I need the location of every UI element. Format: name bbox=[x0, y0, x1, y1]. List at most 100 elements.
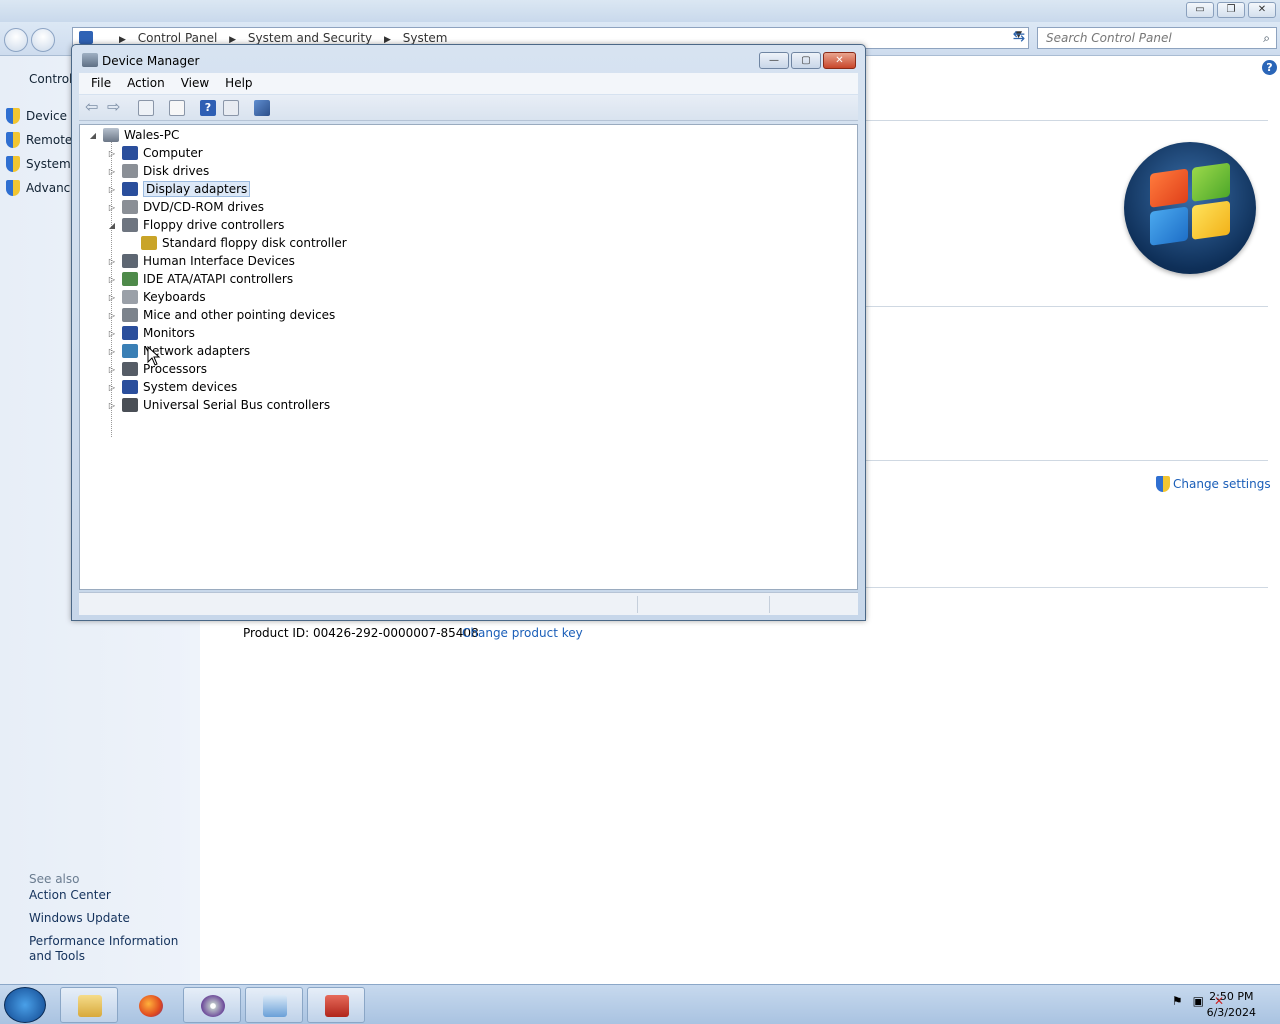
nav-item-device-manager[interactable]: Device M bbox=[6, 108, 81, 124]
device-icon bbox=[122, 254, 138, 268]
device-label: IDE ATA/ATAPI controllers bbox=[143, 272, 294, 286]
device-category[interactable]: ▷ Display adapters bbox=[107, 180, 251, 198]
menu-action[interactable]: Action bbox=[119, 73, 173, 94]
device-label: Display adapters bbox=[143, 181, 251, 197]
menu-bar: File Action View Help bbox=[79, 73, 858, 94]
taskbar-firefox[interactable] bbox=[121, 987, 179, 1023]
show-hide-console-tree-icon[interactable] bbox=[138, 100, 154, 116]
start-button[interactable] bbox=[4, 987, 46, 1023]
expand-icon[interactable]: ▷ bbox=[107, 257, 117, 266]
expand-icon[interactable]: ▷ bbox=[107, 401, 117, 410]
device-icon bbox=[122, 182, 138, 196]
nav-item-label: Remote bbox=[26, 133, 73, 147]
back-button[interactable] bbox=[4, 28, 28, 52]
device-category[interactable]: ▷ System devices bbox=[107, 378, 237, 396]
breadcrumb-system-and-security[interactable]: System and Security bbox=[248, 31, 372, 45]
status-bar-divider bbox=[637, 596, 638, 613]
expand-icon[interactable]: ▷ bbox=[107, 149, 117, 158]
properties-icon[interactable] bbox=[169, 100, 185, 116]
expand-icon[interactable]: ◢ bbox=[107, 221, 117, 230]
device-category[interactable]: ◢ Floppy drive controllers bbox=[107, 216, 284, 234]
scan-for-hardware-changes-icon[interactable] bbox=[254, 100, 270, 116]
device-icon bbox=[122, 326, 138, 340]
taskbar-windows-explorer[interactable] bbox=[60, 987, 118, 1023]
taskbar-toolbox[interactable] bbox=[307, 987, 365, 1023]
expand-icon[interactable]: ▷ bbox=[107, 293, 117, 302]
expand-icon[interactable]: ▷ bbox=[107, 365, 117, 374]
device-category[interactable]: ▷ Network adapters bbox=[107, 342, 250, 360]
back-arrow-icon[interactable]: ⇦ bbox=[85, 99, 101, 116]
device-icon bbox=[122, 344, 138, 358]
expand-icon[interactable]: ▷ bbox=[107, 185, 117, 194]
breadcrumb-control-panel[interactable]: Control Panel bbox=[138, 31, 218, 45]
performance-information-link[interactable]: Performance Information and Tools bbox=[29, 934, 194, 964]
tree-root[interactable]: ◢ Wales-PC bbox=[88, 126, 179, 144]
nav-item-remote-settings[interactable]: Remote bbox=[6, 132, 72, 148]
device-label: Mice and other pointing devices bbox=[143, 308, 336, 322]
help-icon[interactable]: ? bbox=[200, 100, 216, 116]
restore-button[interactable]: ❐ bbox=[1217, 2, 1245, 18]
device-icon bbox=[122, 362, 138, 376]
forward-button[interactable] bbox=[31, 28, 55, 52]
help-icon[interactable]: ? bbox=[1262, 60, 1277, 75]
device-icon bbox=[122, 290, 138, 304]
shield-icon bbox=[6, 108, 20, 124]
action-center-flag-icon[interactable]: ⚑ bbox=[1172, 994, 1183, 1008]
expand-icon[interactable]: ▷ bbox=[107, 275, 117, 284]
control-panel-icon bbox=[263, 995, 287, 1017]
change-settings-link[interactable]: Change settings bbox=[1156, 476, 1271, 492]
clock[interactable]: 2:50 PM 6/3/2024 bbox=[1207, 989, 1256, 1021]
expand-icon[interactable]: ▷ bbox=[107, 203, 117, 212]
taskbar-media-player[interactable] bbox=[183, 987, 241, 1023]
breadcrumb-system[interactable]: System bbox=[403, 31, 448, 45]
minimize-button[interactable]: — bbox=[759, 52, 789, 69]
change-product-key-link[interactable]: Change product key bbox=[462, 626, 583, 640]
expand-icon[interactable]: ▷ bbox=[107, 383, 117, 392]
device-category[interactable]: ▷ Computer bbox=[107, 144, 203, 162]
menu-view[interactable]: View bbox=[173, 73, 217, 94]
device-icon bbox=[122, 164, 138, 178]
device-label: Floppy drive controllers bbox=[143, 218, 285, 232]
close-button[interactable]: ✕ bbox=[1248, 2, 1276, 18]
menu-file[interactable]: File bbox=[83, 73, 119, 94]
menu-help[interactable]: Help bbox=[217, 73, 260, 94]
device-category[interactable]: ▷ Mice and other pointing devices bbox=[107, 306, 335, 324]
nav-item-label: Advanc bbox=[26, 181, 71, 195]
device-icon bbox=[122, 272, 138, 286]
taskbar-control-panel[interactable] bbox=[245, 987, 303, 1023]
expand-icon[interactable]: ▷ bbox=[107, 347, 117, 356]
control-panel-titlebar: ▭ ❐ ✕ bbox=[0, 0, 1280, 22]
forward-arrow-icon[interactable]: ⇨ bbox=[107, 99, 123, 116]
mouse-cursor-icon bbox=[147, 346, 161, 366]
maximize-button[interactable]: ▢ bbox=[791, 52, 821, 69]
expand-icon[interactable]: ▷ bbox=[107, 167, 117, 176]
device-category[interactable]: ▷ Keyboards bbox=[107, 288, 206, 306]
device-category[interactable]: ▷ Human Interface Devices bbox=[107, 252, 295, 270]
nav-item-system-protection[interactable]: System bbox=[6, 156, 71, 172]
nav-item-advanced-settings[interactable]: Advanc bbox=[6, 180, 70, 196]
device-manager-window: Device Manager — ▢ ✕ File Action View He… bbox=[71, 44, 866, 621]
collapse-icon[interactable]: ◢ bbox=[88, 131, 98, 140]
control-panel-icon bbox=[79, 31, 93, 44]
windows-flag-icon bbox=[1150, 162, 1232, 250]
search-input[interactable]: Search Control Panel ⌕ bbox=[1037, 27, 1277, 49]
device-category[interactable]: ▷ IDE ATA/ATAPI controllers bbox=[107, 270, 293, 288]
device-category[interactable]: ▷ Disk drives bbox=[107, 162, 209, 180]
action-center-link[interactable]: Action Center bbox=[29, 888, 194, 903]
close-button[interactable]: ✕ bbox=[823, 52, 856, 69]
device-category[interactable]: ▷ Monitors bbox=[107, 324, 195, 342]
expand-icon[interactable]: ▷ bbox=[107, 311, 117, 320]
device-category[interactable]: ▷ Universal Serial Bus controllers bbox=[107, 396, 330, 414]
device-item[interactable]: Standard floppy disk controller bbox=[126, 234, 347, 252]
windows-update-link[interactable]: Windows Update bbox=[29, 911, 194, 926]
action-pane-icon[interactable] bbox=[223, 100, 239, 116]
network-icon[interactable]: ▣ bbox=[1193, 994, 1204, 1008]
search-icon[interactable]: ⌕ bbox=[1263, 31, 1270, 46]
minimize-button[interactable]: ▭ bbox=[1186, 2, 1214, 18]
refresh-icon[interactable]: ⇆ bbox=[1008, 27, 1030, 49]
control-panel-home-link[interactable]: Control bbox=[29, 72, 72, 86]
expand-icon[interactable]: ▷ bbox=[107, 329, 117, 338]
device-manager-icon bbox=[82, 53, 98, 67]
device-category[interactable]: ▷ DVD/CD-ROM drives bbox=[107, 198, 264, 216]
taskbar: ⚑ ▣ ✕ 2:50 PM 6/3/2024 bbox=[0, 984, 1280, 1024]
